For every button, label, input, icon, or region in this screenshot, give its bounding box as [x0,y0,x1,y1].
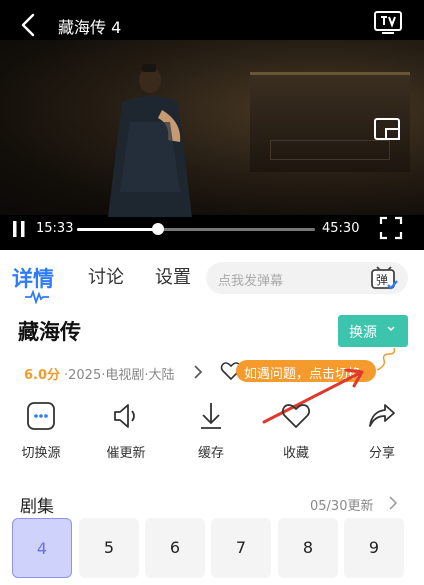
picture-in-picture-icon[interactable] [372,116,404,144]
download-icon [201,403,221,429]
episode-item-8[interactable]: 8 [278,518,338,578]
chevron-right-icon[interactable] [388,495,398,511]
score: 6.0分 [24,368,61,383]
episode-item-7[interactable]: 7 [211,518,271,578]
heart-icon [282,404,310,428]
share-action[interactable]: 分享 [352,400,412,462]
tv-cast-icon[interactable] [372,8,404,36]
current-time: 15:33 [36,221,74,236]
chevron-right-icon[interactable] [192,364,204,380]
urge-update-action[interactable]: 催更新 [96,400,156,462]
danmaku-toggle-label: 弹 [376,273,389,287]
more-dots-icon [27,402,55,430]
chevron-down-icon [387,326,395,332]
progress-bar[interactable] [77,223,315,235]
progress-fill [77,228,159,231]
show-meta: ·2025·电视剧·大陆 [64,368,175,383]
switch-source-action[interactable]: 切换源 [11,400,71,462]
video-scene-figure [108,64,192,217]
switch-source-button[interactable]: 换源 [338,315,408,347]
switch-source-label: 换源 [349,325,377,341]
active-tab-wave-icon [25,290,49,304]
tooltip-squiggle [376,347,396,371]
tab-settings[interactable]: 设置 [155,263,191,289]
progress-handle[interactable] [152,223,165,235]
video-title: 藏海传 4 [58,18,122,37]
show-title: 藏海传 [18,320,81,344]
episode-item-6[interactable]: 6 [145,518,205,578]
back-arrow-icon[interactable] [14,10,44,40]
pause-icon[interactable] [10,218,28,240]
action-label: 缓存 [197,446,224,461]
cache-action[interactable]: 缓存 [181,400,241,462]
tab-detail[interactable]: 详情 [12,263,54,293]
action-label: 收藏 [282,446,309,461]
tab-discuss[interactable]: 讨论 [88,263,124,289]
danmaku-toggle-icon[interactable]: 弹 [368,264,400,292]
fullscreen-icon[interactable] [378,215,404,241]
episodes-heading: 剧集 [20,497,54,517]
share-icon [369,404,395,427]
speaker-icon [114,404,135,428]
favorite-action[interactable]: 收藏 [266,400,326,462]
video-player[interactable]: 藏海传 4 15:33 45:30 [0,0,424,250]
episode-item-5[interactable]: 5 [79,518,139,578]
episode-item-9[interactable]: 9 [344,518,404,578]
action-label: 切换源 [21,446,61,461]
total-time: 45:30 [322,221,360,236]
action-label: 催更新 [106,446,146,461]
action-label: 分享 [368,446,395,461]
episodes-update-status[interactable]: 05/30更新 [310,495,373,514]
episode-item-4[interactable]: 4 [12,518,72,578]
